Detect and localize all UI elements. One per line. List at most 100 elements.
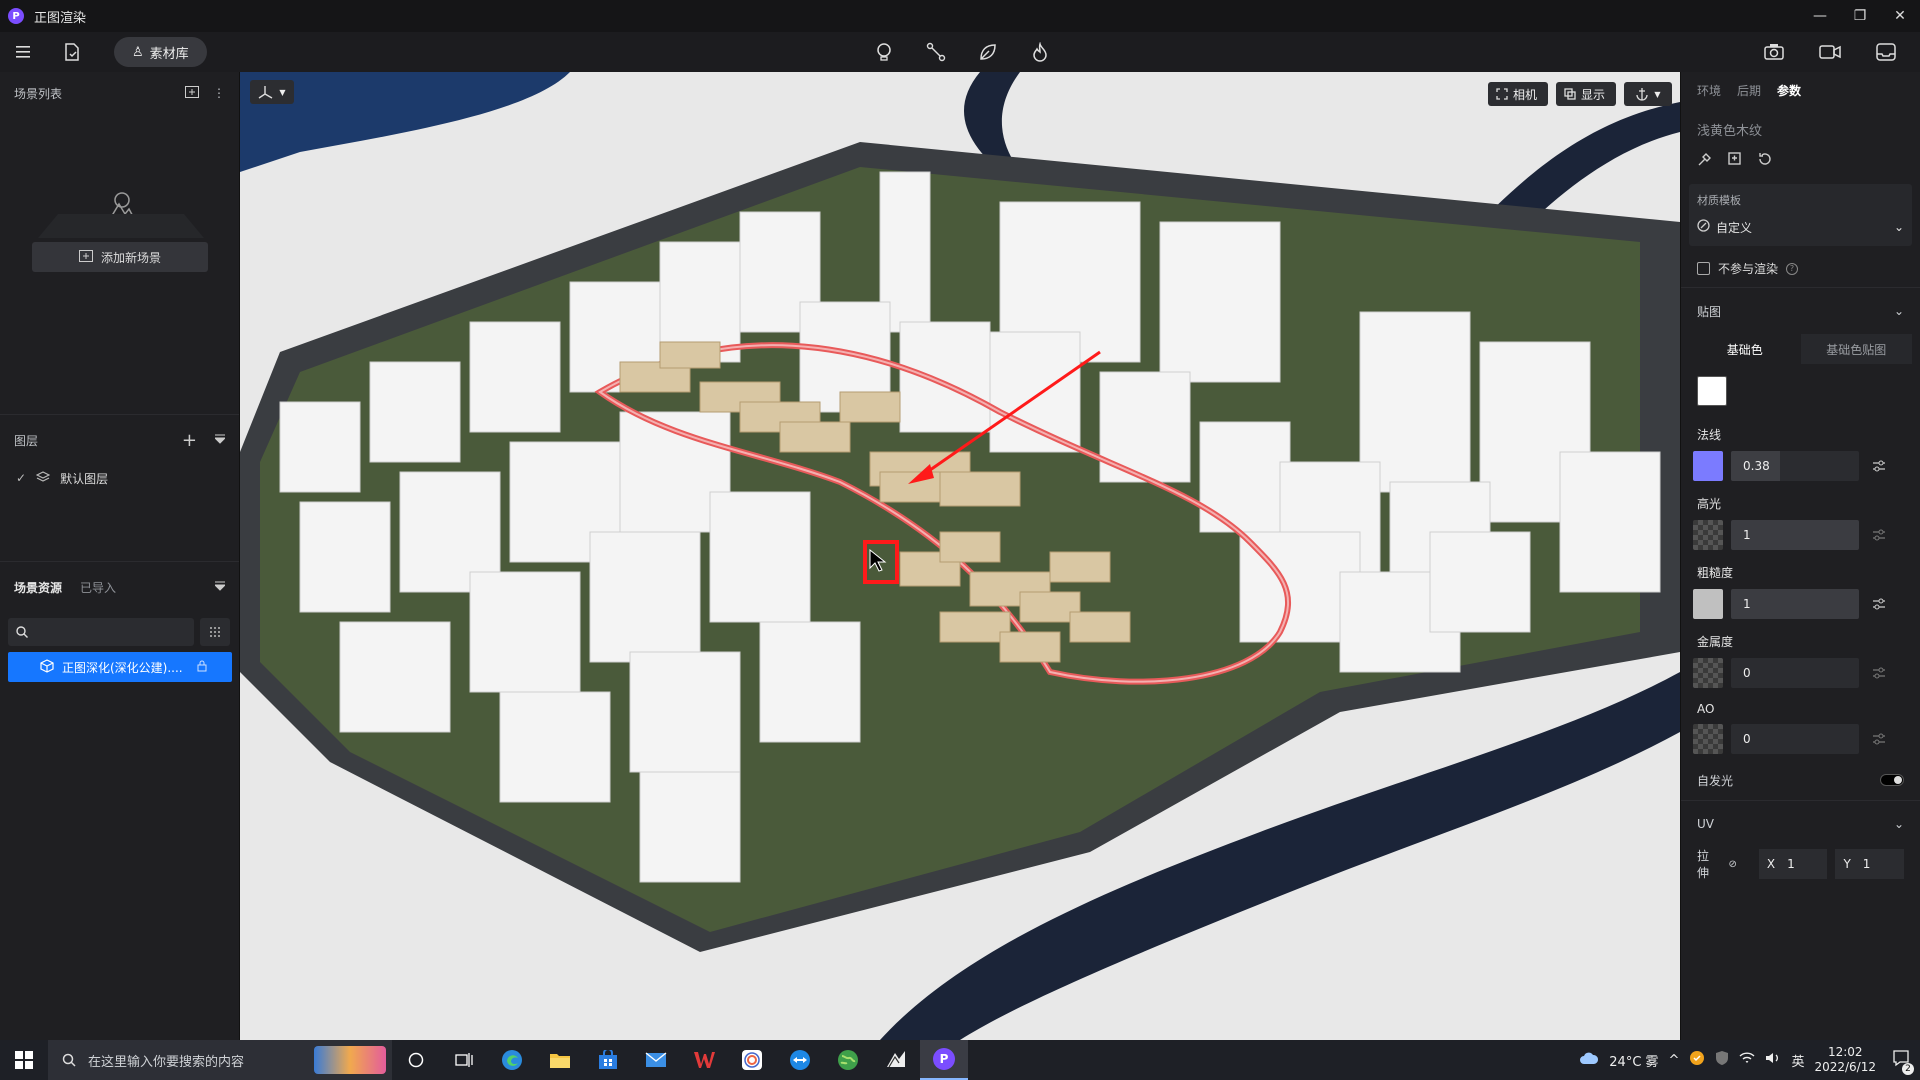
teamviewer-icon[interactable] [776, 1040, 824, 1080]
ao-swatch[interactable] [1693, 724, 1723, 754]
no-render-checkbox[interactable] [1697, 262, 1710, 275]
flame-icon[interactable] [1026, 38, 1054, 66]
roughness-swatch[interactable] [1693, 589, 1723, 619]
adjust-icon[interactable] [1867, 667, 1891, 679]
uv-stretch-row: 拉伸 ⊘ X 1 Y 1 [1681, 847, 1920, 881]
zhengtu-app-icon[interactable]: P [920, 1040, 968, 1080]
help-icon[interactable]: ? [1786, 262, 1799, 275]
template-select[interactable]: 自定义 ⌄ [1697, 216, 1904, 238]
tray-expand-icon[interactable]: ^ [1669, 1053, 1680, 1068]
weather-text[interactable]: 24°C 雾 [1609, 1051, 1658, 1070]
app-icon-flower[interactable] [728, 1040, 776, 1080]
param-value: 0.38 [1743, 459, 1770, 473]
normal-swatch[interactable] [1693, 451, 1723, 481]
store-icon[interactable] [584, 1040, 632, 1080]
coordinate-gizmo-button[interactable]: ▼ [250, 80, 294, 104]
anchor-button[interactable]: ▼ [1624, 82, 1672, 106]
start-button[interactable] [0, 1040, 48, 1080]
metallic-swatch[interactable] [1693, 658, 1723, 688]
tray-app-icon[interactable] [1689, 1050, 1705, 1070]
inbox-icon[interactable] [1872, 38, 1900, 66]
tab-environment[interactable]: 环境 [1697, 82, 1721, 99]
lock-icon[interactable] [197, 660, 207, 675]
camera-capture-icon[interactable] [1760, 38, 1788, 66]
add-layer-icon[interactable]: + [182, 430, 197, 451]
path-tool-icon[interactable] [922, 38, 950, 66]
chevron-down-icon: ⌄ [1893, 817, 1904, 831]
minimize-button[interactable]: — [1800, 0, 1840, 32]
notification-icon[interactable]: 2 [1892, 1049, 1914, 1075]
file-explorer-icon[interactable] [536, 1040, 584, 1080]
filter-icon[interactable] [213, 433, 227, 447]
no-render-row[interactable]: 不参与渲染 ? [1681, 250, 1920, 287]
ime-lang[interactable]: 英 [1791, 1051, 1804, 1070]
metallic-input[interactable]: 0 [1731, 658, 1859, 688]
resource-item-label: 正图深化(深化公建).... [62, 660, 183, 675]
resource-item[interactable]: 正图深化(深化公建).... [8, 652, 232, 682]
specular-input[interactable]: 1 [1731, 520, 1859, 550]
template-block: 材质模板 自定义 ⌄ [1689, 184, 1912, 246]
tab-params[interactable]: 参数 [1777, 82, 1801, 99]
edge-icon[interactable] [488, 1040, 536, 1080]
menu-icon[interactable] [10, 38, 38, 66]
uv-x-input[interactable]: X 1 [1758, 849, 1828, 879]
texture-section-header[interactable]: 贴图 ⌄ [1681, 288, 1920, 334]
ao-input[interactable]: 0 [1731, 724, 1859, 754]
frame-icon [1496, 88, 1508, 100]
roughness-input[interactable]: 1 [1731, 589, 1859, 619]
uv-section-header[interactable]: UV ⌄ [1681, 801, 1920, 847]
adjust-icon[interactable] [1867, 460, 1891, 472]
weather-icon[interactable] [1579, 1051, 1599, 1069]
resource-search-input[interactable] [8, 618, 194, 646]
reset-icon[interactable] [1757, 151, 1773, 170]
adjust-icon[interactable] [1867, 598, 1891, 610]
display-button[interactable]: 显示 [1556, 82, 1616, 106]
clock[interactable]: 12:02 2022/6/12 [1814, 1045, 1876, 1075]
grid-view-button[interactable] [200, 618, 230, 646]
close-button[interactable]: ✕ [1880, 0, 1920, 32]
leaf-icon[interactable] [974, 38, 1002, 66]
tray-shield-icon[interactable] [1715, 1050, 1729, 1070]
mail-icon[interactable] [632, 1040, 680, 1080]
cortana-icon[interactable] [392, 1040, 440, 1080]
layer-item-default[interactable]: ✓ 默认图层 [0, 465, 239, 491]
tab-base-color[interactable]: 基础色 [1689, 334, 1801, 364]
restore-button[interactable]: ❐ [1840, 0, 1880, 32]
more-options-icon[interactable]: ⋮ [213, 86, 225, 101]
adjust-icon[interactable] [1867, 733, 1891, 745]
tab-imported[interactable]: 已导入 [80, 579, 116, 596]
library-button[interactable]: ♙ 素材库 [114, 37, 207, 67]
uv-y-input[interactable]: Y 1 [1835, 849, 1905, 879]
center-tools [870, 38, 1054, 66]
window-title: 正图渲染 [34, 10, 87, 26]
renderer-icon[interactable] [872, 1040, 920, 1080]
task-view-icon[interactable] [440, 1040, 488, 1080]
base-color-swatch[interactable] [1697, 376, 1727, 406]
volume-icon[interactable] [1765, 1051, 1781, 1069]
resources-filter-icon[interactable] [213, 580, 227, 594]
video-camera-icon[interactable] [1816, 38, 1844, 66]
duplicate-material-icon[interactable] [1727, 151, 1743, 170]
normal-input[interactable]: 0.38 [1731, 451, 1859, 481]
uv-stretch-label: 拉伸 [1697, 849, 1710, 880]
adjust-icon[interactable] [1867, 529, 1891, 541]
add-scene-icon[interactable] [185, 85, 199, 101]
tab-base-color-map[interactable]: 基础色贴图 [1800, 334, 1912, 364]
tab-scene-resources[interactable]: 场景资源 [14, 579, 62, 596]
wps-icon[interactable] [680, 1040, 728, 1080]
specular-swatch[interactable] [1693, 520, 1723, 550]
pick-material-icon[interactable] [1697, 151, 1713, 170]
add-scene-button[interactable]: 添加新场景 [32, 242, 208, 272]
3d-viewport[interactable]: ▼ 相机 显示 ▼ [240, 72, 1680, 1040]
camera-button[interactable]: 相机 [1488, 82, 1548, 106]
tab-post[interactable]: 后期 [1737, 82, 1761, 99]
material-name: 浅黄色木纹 [1697, 124, 1763, 139]
emissive-toggle[interactable] [1880, 774, 1904, 786]
light-bulb-icon[interactable] [870, 38, 898, 66]
wifi-icon[interactable] [1739, 1051, 1755, 1069]
taskbar-search[interactable]: 在这里输入你要搜索的内容 [48, 1040, 392, 1080]
link-icon[interactable]: ⊘ [1728, 859, 1736, 870]
globe-icon[interactable] [824, 1040, 872, 1080]
file-icon[interactable] [58, 38, 86, 66]
material-actions [1681, 145, 1920, 180]
